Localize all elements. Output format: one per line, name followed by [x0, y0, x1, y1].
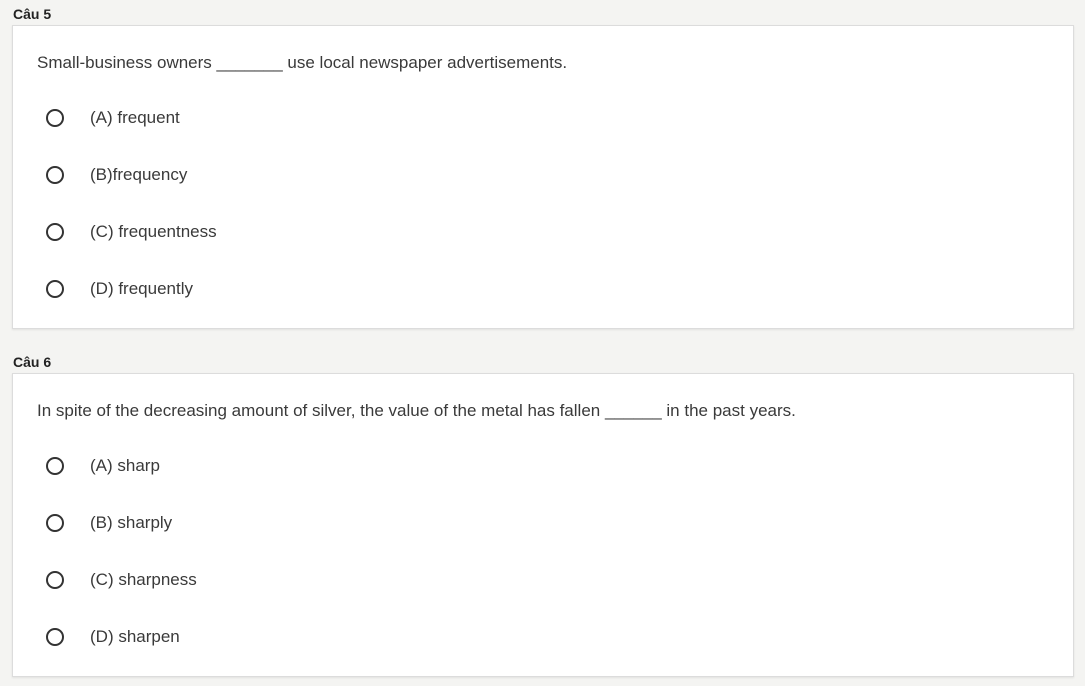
answer-option[interactable]: (C) frequentness [46, 220, 217, 244]
answer-option[interactable]: (D) frequently [46, 277, 193, 301]
question-card: Small-business owners _______ use local … [12, 25, 1074, 329]
question-card: In spite of the decreasing amount of sil… [12, 373, 1074, 677]
option-label[interactable]: (D) frequently [90, 279, 193, 299]
quiz-page: Câu 5 Small-business owners _______ use … [0, 0, 1085, 686]
radio-button[interactable] [46, 514, 64, 532]
answer-option[interactable]: (B)frequency [46, 163, 187, 187]
answer-option[interactable]: (C) sharpness [46, 568, 197, 592]
question-prompt: In spite of the decreasing amount of sil… [37, 401, 796, 420]
radio-button[interactable] [46, 109, 64, 127]
answer-option[interactable]: (A) sharp [46, 454, 160, 478]
option-label[interactable]: (C) sharpness [90, 570, 197, 590]
option-label[interactable]: (B)frequency [90, 165, 187, 185]
question-title: Câu 5 [13, 6, 52, 22]
option-label[interactable]: (B) sharply [90, 513, 172, 533]
answer-option[interactable]: (B) sharply [46, 511, 172, 535]
option-label[interactable]: (A) sharp [90, 456, 160, 476]
radio-button[interactable] [46, 457, 64, 475]
option-label[interactable]: (A) frequent [90, 108, 180, 128]
answer-option[interactable]: (D) sharpen [46, 625, 180, 649]
question-prompt: Small-business owners _______ use local … [37, 53, 568, 72]
radio-button[interactable] [46, 571, 64, 589]
option-label[interactable]: (D) sharpen [90, 627, 180, 647]
option-label[interactable]: (C) frequentness [90, 222, 217, 242]
question-title: Câu 6 [13, 354, 52, 370]
radio-button[interactable] [46, 223, 64, 241]
radio-button[interactable] [46, 166, 64, 184]
radio-button[interactable] [46, 280, 64, 298]
answer-option[interactable]: (A) frequent [46, 106, 180, 130]
radio-button[interactable] [46, 628, 64, 646]
